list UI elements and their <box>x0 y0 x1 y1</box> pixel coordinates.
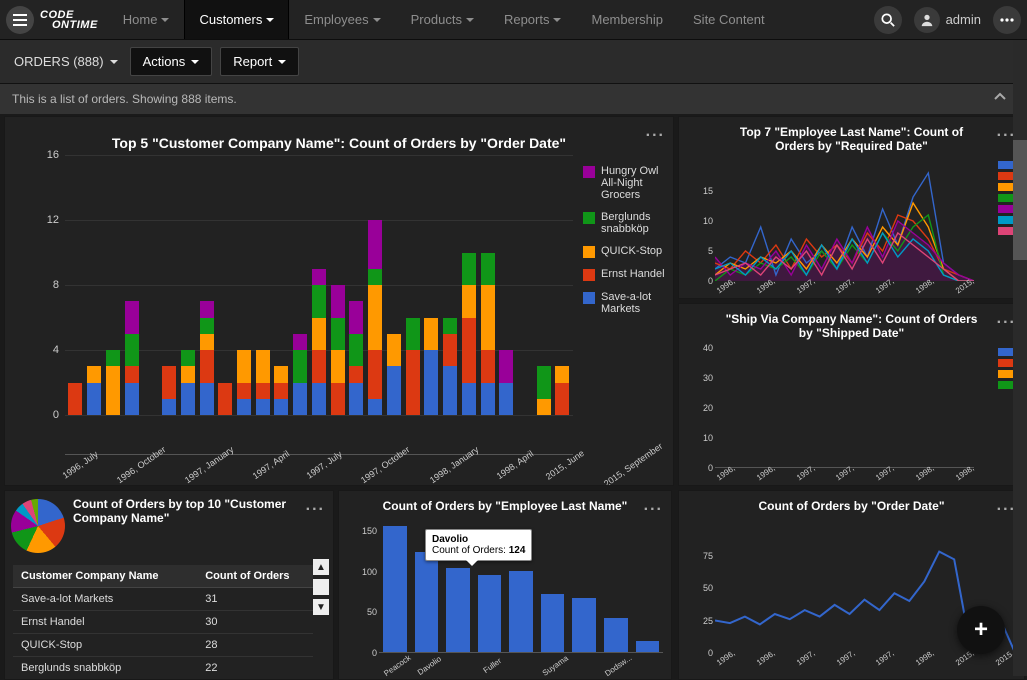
page-scrollbar[interactable] <box>1013 40 1027 676</box>
bar[interactable] <box>509 571 533 652</box>
bar[interactable] <box>604 618 628 652</box>
breadcrumb-label: ORDERS (888) <box>14 54 104 69</box>
bar[interactable] <box>446 568 470 652</box>
scroll-up-button[interactable]: ▲ <box>313 559 329 575</box>
chevron-down-icon <box>110 60 118 64</box>
nav-tab-membership[interactable]: Membership <box>576 0 678 39</box>
chart-top7-employees: ... Top 7 "Employee Last Name": Count of… <box>678 116 1025 299</box>
chart-shipvia: ... "Ship Via Company Name": Count of Or… <box>678 303 1025 486</box>
tile-more-button[interactable]: ... <box>646 123 665 141</box>
chart-employee-bars: ... Count of Orders by "Employee Last Na… <box>338 490 672 680</box>
table-row[interactable]: Save-a-lot Markets31 <box>13 588 313 611</box>
tile-more-button[interactable]: ... <box>306 497 325 515</box>
chart-title: Top 5 "Customer Company Name": Count of … <box>5 127 673 155</box>
chevron-down-icon <box>191 60 199 64</box>
breadcrumb-orders[interactable]: ORDERS (888) <box>10 48 122 75</box>
bar[interactable] <box>572 598 596 652</box>
chart-title: "Ship Via Company Name": Count of Orders… <box>679 304 1024 344</box>
report-button[interactable]: Report <box>220 47 299 76</box>
more-menu-button[interactable] <box>993 6 1021 34</box>
nav-tab-products[interactable]: Products <box>396 0 489 39</box>
fab-add-button[interactable]: + <box>957 606 1005 654</box>
scroll-track[interactable] <box>313 579 329 595</box>
orders-table: Customer Company NameCount of OrdersSave… <box>13 565 313 680</box>
nav-tab-reports[interactable]: Reports <box>489 0 577 39</box>
table-row[interactable]: Ernst Handel30 <box>13 611 313 634</box>
user-name: admin <box>946 12 981 27</box>
pie-chart <box>11 499 65 553</box>
chart-title: Count of Orders by "Employee Last Name" <box>339 491 671 517</box>
chart-top10-pie: ... Count of Orders by top 10 "Customer … <box>4 490 334 680</box>
chart-title: Count of Orders by "Order Date" <box>679 491 1024 517</box>
info-strip: This is a list of orders. Showing 888 it… <box>0 84 1027 114</box>
nav-tab-home[interactable]: Home <box>108 0 185 39</box>
scroll-down-button[interactable]: ▼ <box>313 599 329 615</box>
actions-button[interactable]: Actions <box>130 47 213 76</box>
bar[interactable] <box>636 641 660 652</box>
tile-more-button[interactable]: ... <box>644 497 663 515</box>
avatar-icon <box>914 7 940 33</box>
chart-top5-customers: ... Top 5 "Customer Company Name": Count… <box>4 116 674 486</box>
search-button[interactable] <box>874 6 902 34</box>
table-row[interactable]: Berglunds snabbköp22 <box>13 657 313 680</box>
bar[interactable] <box>541 594 565 652</box>
brand-logo: CODEONTIME <box>40 10 98 30</box>
nav-tab-employees[interactable]: Employees <box>289 0 395 39</box>
bar[interactable] <box>478 575 502 652</box>
table-row[interactable]: QUICK-Stop28 <box>13 634 313 657</box>
chevron-down-icon <box>278 60 286 64</box>
expand-icon[interactable] <box>993 90 1007 104</box>
user-menu[interactable]: admin <box>910 7 985 33</box>
chart-tooltip: DavolioCount of Orders: 124 <box>425 529 532 561</box>
hamburger-menu-button[interactable] <box>6 6 34 34</box>
bar[interactable] <box>383 526 407 652</box>
chart-title: Top 7 "Employee Last Name": Count of Ord… <box>679 117 1024 157</box>
bar[interactable] <box>415 552 439 652</box>
nav-tab-site-content[interactable]: Site Content <box>678 0 780 39</box>
nav-tab-customers[interactable]: Customers <box>184 0 289 39</box>
chart-title: Count of Orders by top 10 "Customer Comp… <box>73 497 327 553</box>
